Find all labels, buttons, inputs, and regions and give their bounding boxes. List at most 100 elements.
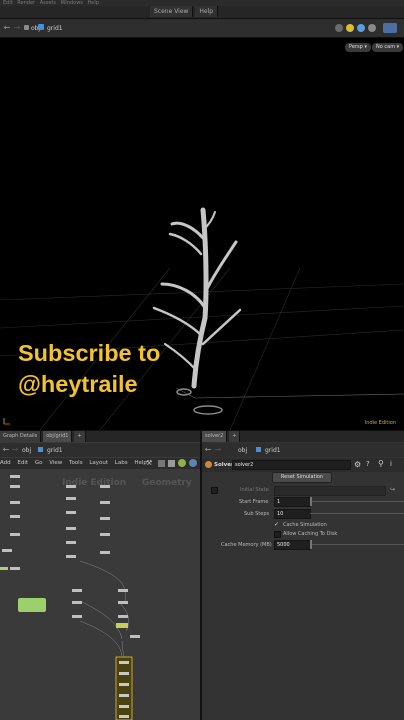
network-node bbox=[118, 589, 128, 592]
cache-memory-label: Cache Memory (MB) bbox=[221, 542, 272, 548]
path-bar: ← → obj grid1 bbox=[0, 19, 404, 38]
menu-layout[interactable]: Layout bbox=[89, 460, 108, 466]
network-node bbox=[10, 515, 20, 518]
network-node bbox=[119, 672, 129, 675]
network-node bbox=[2, 549, 12, 552]
grid-edge bbox=[194, 393, 404, 399]
start-frame-field[interactable]: 1 bbox=[274, 497, 311, 507]
start-frame-slider[interactable] bbox=[310, 501, 404, 502]
network-node bbox=[100, 517, 110, 520]
network-node bbox=[10, 485, 20, 488]
link-icon[interactable] bbox=[346, 24, 354, 32]
allow-caching-checkbox[interactable] bbox=[274, 531, 281, 538]
breadcrumb-grid1[interactable]: grid1 bbox=[47, 447, 63, 454]
network-node bbox=[10, 475, 20, 478]
back-arrow-icon[interactable]: ← bbox=[2, 23, 12, 33]
network-node bbox=[100, 533, 110, 536]
breadcrumb-obj[interactable]: obj bbox=[238, 447, 247, 454]
tab-graph-details[interactable]: Graph Details bbox=[0, 431, 42, 442]
initial-state-field[interactable] bbox=[274, 486, 386, 496]
gear-icon[interactable] bbox=[368, 24, 376, 32]
network-help-icon[interactable] bbox=[189, 459, 197, 467]
cache-memory-slider-handle[interactable] bbox=[310, 540, 312, 549]
network-node bbox=[66, 497, 76, 500]
network-node bbox=[100, 501, 110, 504]
search-icon[interactable]: ⚲ bbox=[378, 459, 384, 468]
network-node bbox=[119, 694, 129, 697]
scene-viewport[interactable]: Persp ▾ No cam ▾ Subscribe to @heytraile… bbox=[0, 38, 404, 430]
parameter-pane: solver2 + ← → obj grid1 Solver solver2 ⚙… bbox=[202, 431, 404, 720]
network-node bbox=[66, 555, 76, 558]
menu-view[interactable]: View bbox=[49, 460, 62, 466]
network-node bbox=[119, 661, 129, 664]
node-name-field[interactable]: solver2 bbox=[232, 460, 351, 470]
network-node bbox=[10, 501, 20, 504]
menu-add[interactable]: Add bbox=[0, 460, 11, 466]
tab-solver2[interactable]: solver2 bbox=[202, 431, 228, 442]
initial-state-toggle[interactable] bbox=[211, 487, 218, 494]
edition-label: Indie Edition bbox=[364, 420, 396, 426]
breadcrumb-obj[interactable]: obj bbox=[22, 447, 31, 454]
network-node bbox=[100, 485, 110, 488]
network-node bbox=[119, 715, 129, 718]
wrench-icon[interactable]: ⚒ bbox=[146, 459, 152, 467]
add-tab-button[interactable]: + bbox=[229, 431, 241, 442]
subscribe-overlay: Subscribe to @heytraile bbox=[18, 338, 160, 400]
gear-icon[interactable]: ⚙ bbox=[354, 460, 361, 469]
tab-help[interactable]: Help bbox=[195, 6, 219, 17]
back-arrow-icon[interactable]: ← bbox=[203, 445, 213, 455]
breadcrumb-grid1[interactable]: grid1 bbox=[265, 447, 281, 454]
network-node bbox=[66, 511, 76, 514]
breadcrumb-grid1[interactable]: grid1 bbox=[47, 25, 63, 32]
menu-edit[interactable]: Edit bbox=[17, 460, 28, 466]
network-node bbox=[10, 567, 20, 570]
network-node bbox=[72, 601, 82, 604]
cache-memory-field[interactable]: 5000 bbox=[274, 540, 311, 550]
network-node bbox=[119, 705, 129, 708]
info-icon[interactable]: i bbox=[390, 460, 392, 468]
sync-icon[interactable] bbox=[357, 24, 365, 32]
top-tabbar: Scene View Help bbox=[0, 6, 404, 19]
solver-node-selected bbox=[116, 623, 128, 628]
help-icon[interactable]: ? bbox=[366, 460, 370, 468]
tab-scene-view[interactable]: Scene View bbox=[150, 6, 194, 17]
sub-steps-field[interactable]: 10 bbox=[274, 509, 311, 519]
parameter-path-bar: ← → obj grid1 bbox=[202, 443, 404, 457]
start-frame-label: Start Frame bbox=[239, 499, 269, 505]
network-graph[interactable] bbox=[0, 471, 200, 720]
grid-node-icon bbox=[256, 447, 261, 452]
menu-help[interactable]: Help bbox=[134, 460, 147, 466]
network-path-bar: ← → obj grid1 bbox=[0, 443, 200, 457]
solver-node-icon bbox=[205, 461, 212, 468]
grid-node-icon bbox=[38, 447, 43, 452]
display-options-icon[interactable] bbox=[383, 23, 397, 33]
menu-labs[interactable]: Labs bbox=[115, 460, 128, 466]
tab-network[interactable]: obj/grid1 bbox=[43, 431, 73, 442]
menu-go[interactable]: Go bbox=[35, 460, 43, 466]
forward-arrow-icon[interactable]: → bbox=[213, 445, 223, 455]
reset-simulation-button[interactable]: Reset Simulation bbox=[272, 472, 332, 483]
network-node bbox=[119, 683, 129, 686]
overlay-line-2: @heytraile bbox=[18, 371, 138, 397]
network-node bbox=[66, 541, 76, 544]
network-tabbar: Graph Details obj/grid1 + bbox=[0, 431, 200, 442]
network-node bbox=[66, 485, 76, 488]
note-node bbox=[0, 567, 8, 570]
cache-simulation-label: Cache Simulation bbox=[283, 522, 327, 528]
snap-icon[interactable] bbox=[168, 460, 175, 467]
node-chooser-icon[interactable]: ↪ bbox=[390, 486, 395, 493]
cache-memory-slider[interactable] bbox=[310, 544, 404, 545]
network-gear-icon[interactable] bbox=[178, 459, 186, 467]
grid-view-icon[interactable] bbox=[158, 460, 165, 467]
initial-state-label: Initial State bbox=[240, 487, 269, 493]
sub-steps-slider[interactable] bbox=[310, 513, 404, 514]
pin-icon[interactable] bbox=[335, 24, 343, 32]
network-node bbox=[118, 615, 128, 618]
cache-simulation-checkbox[interactable]: ✓ bbox=[274, 521, 279, 528]
add-tab-button[interactable]: + bbox=[74, 431, 86, 442]
ground-ring bbox=[193, 405, 223, 415]
start-frame-slider-handle[interactable] bbox=[310, 497, 312, 506]
forward-arrow-icon[interactable]: → bbox=[10, 445, 20, 455]
menu-tools[interactable]: Tools bbox=[69, 460, 83, 466]
network-node bbox=[118, 601, 128, 604]
